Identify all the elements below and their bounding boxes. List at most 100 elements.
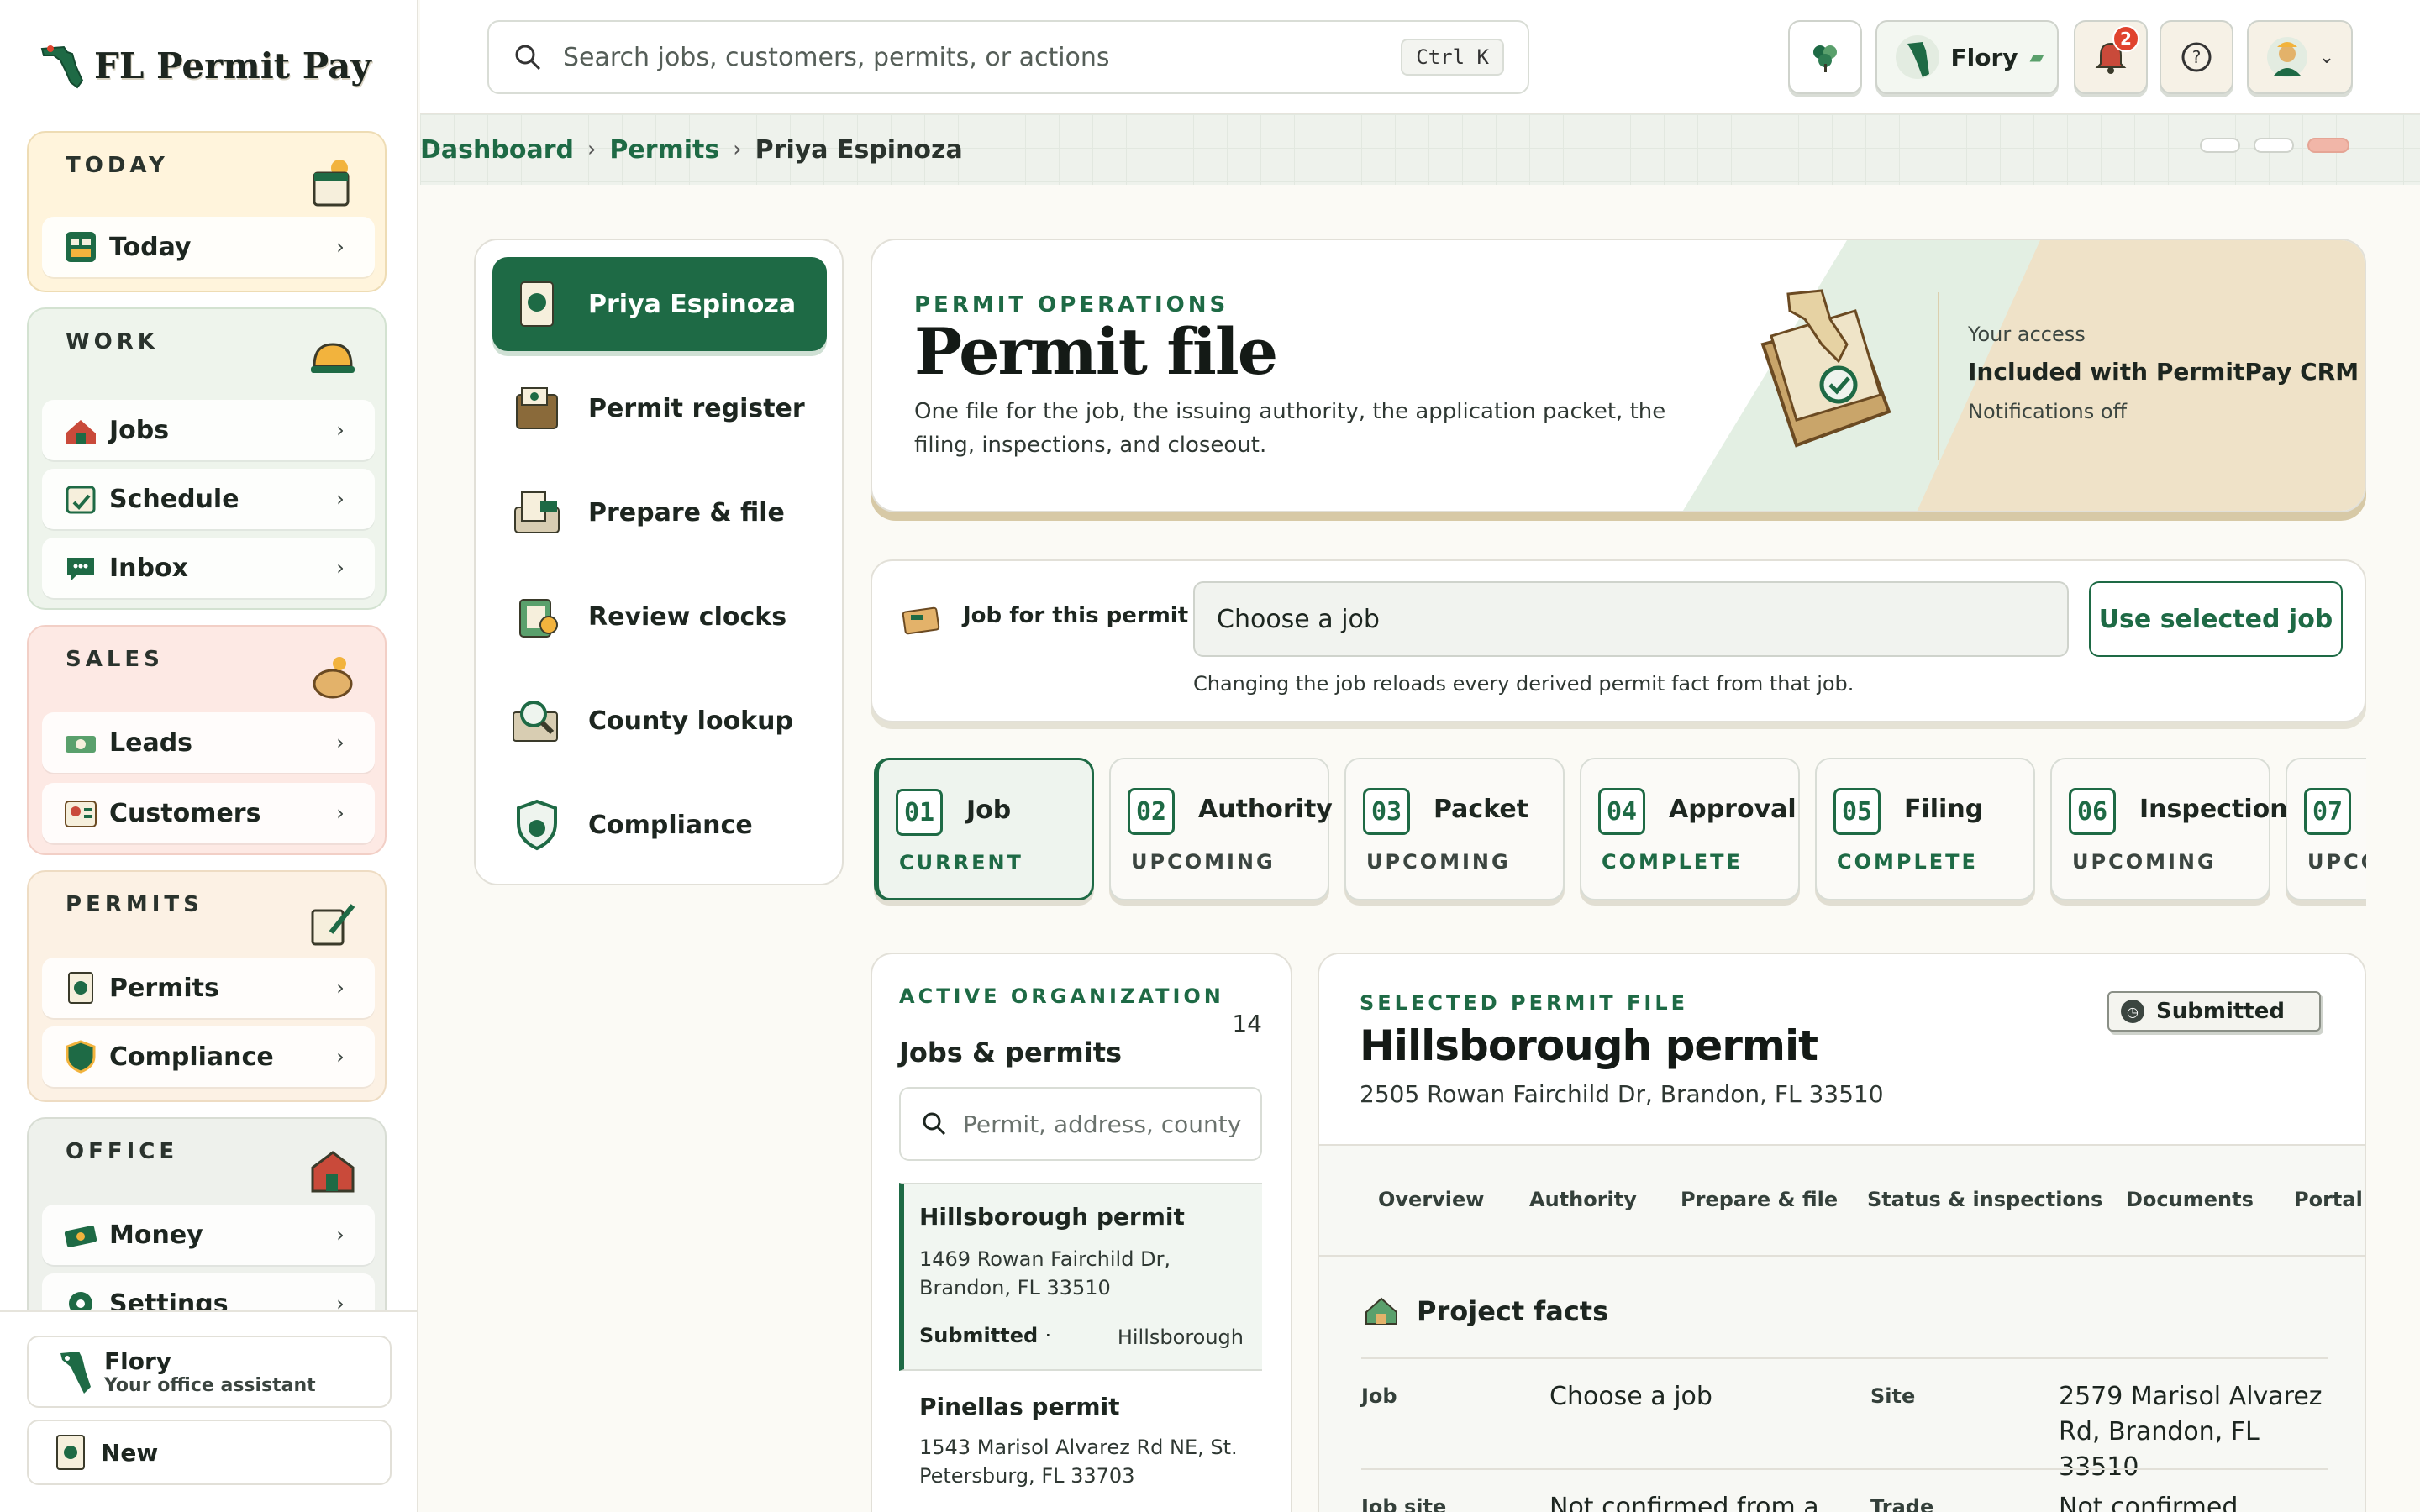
tab-status-inspections[interactable]: Status & inspections bbox=[1867, 1188, 2102, 1211]
hero-divider bbox=[1938, 292, 1939, 460]
subnav-item-label: Permit register bbox=[588, 393, 805, 423]
permit-document-icon bbox=[508, 275, 566, 333]
shield-icon bbox=[508, 795, 566, 854]
sidebar-item-inbox[interactable]: Inbox › bbox=[42, 538, 375, 598]
access-value: Included with PermitPay CRM bbox=[1968, 358, 2360, 386]
chevron-right-icon: › bbox=[336, 1223, 345, 1247]
layout-toggle[interactable] bbox=[2307, 138, 2349, 153]
permit-sign-icon bbox=[311, 904, 355, 946]
subnav-item-label: Compliance bbox=[588, 810, 753, 840]
tab-documents[interactable]: Documents bbox=[2126, 1188, 2254, 1211]
nav-group-work: WORK Jobs › Schedule › Inbox › bbox=[27, 307, 387, 610]
tab-overview[interactable]: Overview bbox=[1378, 1188, 1484, 1211]
search-icon bbox=[515, 45, 541, 71]
step-status: COMPLETE bbox=[1602, 850, 1743, 874]
sidebar-item-compliance[interactable]: Compliance › bbox=[42, 1026, 375, 1087]
tab-prepare-file[interactable]: Prepare & file bbox=[1681, 1188, 1838, 1211]
list-item[interactable]: Hillsborough permit 1469 Rowan Fairchild… bbox=[899, 1183, 1262, 1371]
use-selected-job-button[interactable]: Use selected job bbox=[2089, 581, 2343, 657]
subnav-item-client-file[interactable]: Priya Espinoza bbox=[492, 257, 827, 351]
new-button[interactable]: New bbox=[27, 1420, 392, 1485]
sidebar: FL Permit Pay TODAY Today › WORK Jobs › … bbox=[0, 0, 418, 1512]
chevron-right-icon: › bbox=[336, 556, 345, 580]
subnav-item-county-lookup[interactable]: County lookup bbox=[492, 674, 827, 768]
sidebar-item-permits[interactable]: Permits › bbox=[42, 958, 375, 1018]
step-status: UPCO bbox=[2307, 850, 2366, 874]
today-icon bbox=[60, 227, 101, 267]
assistant-chip[interactable]: Flory ▰ bbox=[1876, 20, 2059, 94]
list-item-address: 1543 Marisol Alvarez Rd NE, St. Petersbu… bbox=[919, 1436, 1238, 1488]
sidebar-item-label: Customers bbox=[109, 798, 261, 828]
sidebar-item-customers[interactable]: Customers › bbox=[42, 783, 375, 843]
tab-portal[interactable]: Portal a bbox=[2294, 1188, 2365, 1211]
sidebar-item-jobs[interactable]: Jobs › bbox=[42, 400, 375, 460]
job-select[interactable]: Choose a job bbox=[1193, 581, 2069, 657]
permit-detail-panel: SELECTED PERMIT FILE Hillsborough permit… bbox=[1318, 953, 2366, 1512]
piggy-bank-icon bbox=[313, 657, 353, 699]
search-icon bbox=[923, 1112, 946, 1136]
sidebar-item-schedule[interactable]: Schedule › bbox=[42, 469, 375, 529]
subnav-item-permit-register[interactable]: Permit register bbox=[492, 361, 827, 455]
tab-authority[interactable]: Authority bbox=[1529, 1188, 1637, 1211]
assistant-name: Flory bbox=[104, 1347, 172, 1375]
list-item-status: Submitted · bbox=[919, 1324, 1051, 1347]
app-logo[interactable]: FL Permit Pay bbox=[39, 39, 371, 92]
sidebar-item-today[interactable]: Today › bbox=[42, 217, 375, 277]
step-approval[interactable]: 04 Approval COMPLETE bbox=[1580, 758, 1800, 900]
shortcut-hint: Ctrl K bbox=[1401, 39, 1504, 76]
step-number: 06 bbox=[2069, 788, 2116, 835]
step-inspection[interactable]: 06 Inspection UPCOMING bbox=[2050, 758, 2288, 900]
hero-description: One file for the job, the issuing author… bbox=[914, 399, 1666, 458]
step-status: UPCOMING bbox=[1366, 850, 1511, 874]
calendar-sun-icon bbox=[313, 160, 350, 207]
sidebar-item-leads[interactable]: Leads › bbox=[42, 712, 375, 773]
fact-key: Site bbox=[1870, 1384, 1916, 1408]
sidebar-item-label: Today bbox=[109, 232, 192, 262]
nav-group-sales: SALES Leads › Customers › bbox=[27, 625, 387, 855]
permit-document-icon bbox=[60, 968, 101, 1008]
chevron-right-icon: › bbox=[336, 487, 345, 511]
permit-subnav: Priya Espinoza Permit register Prepare &… bbox=[474, 239, 844, 885]
nav-group-office: OFFICE Money › Settings › bbox=[27, 1117, 387, 1310]
step-authority[interactable]: 02 Authority UPCOMING bbox=[1109, 758, 1333, 900]
subnav-item-prepare-file[interactable]: Prepare & file bbox=[492, 465, 827, 559]
nav-group-title: PERMITS bbox=[66, 892, 203, 917]
app-name: FL Permit Pay bbox=[94, 45, 371, 87]
step-seven[interactable]: 07 UPCO bbox=[2286, 758, 2366, 900]
subnav-item-label: Priya Espinoza bbox=[588, 289, 797, 319]
job-selector-card: Job for this permit Choose a job Use sel… bbox=[871, 559, 2366, 722]
step-packet[interactable]: 03 Packet UPCOMING bbox=[1344, 758, 1565, 900]
step-filing[interactable]: 05 Filing COMPLETE bbox=[1815, 758, 2035, 900]
list-search[interactable]: Permit, address, county bbox=[899, 1087, 1262, 1161]
help-button[interactable]: ? bbox=[2160, 20, 2233, 94]
quick-action-button[interactable] bbox=[1788, 20, 1862, 94]
new-document-icon bbox=[54, 1432, 87, 1473]
nav-group-permits: PERMITS Permits › Compliance › bbox=[27, 870, 387, 1102]
florida-binder-illustration bbox=[1760, 289, 1891, 448]
sidebar-item-money[interactable]: Money › bbox=[42, 1205, 375, 1265]
step-status: UPCOMING bbox=[1131, 850, 1276, 874]
sidebar-item-settings[interactable]: Settings › bbox=[42, 1273, 375, 1310]
breadcrumb-link-permits[interactable]: Permits bbox=[609, 135, 719, 165]
step-job[interactable]: 01 Job CURRENT bbox=[874, 758, 1094, 900]
job-selector-hint: Changing the job reloads every derived p… bbox=[1193, 672, 1854, 696]
chevron-right-icon: › bbox=[336, 418, 345, 442]
chevron-right-icon: › bbox=[336, 976, 345, 1000]
status-badge: ◷ Submitted bbox=[2107, 991, 2321, 1032]
notifications-button[interactable]: 2 bbox=[2074, 20, 2148, 94]
global-search[interactable]: Search jobs, customers, permits, or acti… bbox=[487, 20, 1529, 94]
layout-toggle[interactable] bbox=[2254, 138, 2294, 153]
subnav-item-review-clocks[interactable]: Review clocks bbox=[492, 570, 827, 664]
list-item-title: Hillsborough permit bbox=[919, 1203, 1185, 1231]
jobs-icon bbox=[60, 410, 101, 450]
subnav-item-compliance[interactable]: Compliance bbox=[492, 778, 827, 872]
user-menu-button[interactable]: ⌄ bbox=[2247, 20, 2353, 94]
clock-icon: ◷ bbox=[2121, 1000, 2144, 1023]
status-text: Submitted bbox=[919, 1324, 1039, 1347]
list-title: Jobs & permits bbox=[899, 1037, 1123, 1068]
sidebar-item-label: Settings bbox=[109, 1289, 229, 1311]
layout-toggle[interactable] bbox=[2200, 138, 2240, 153]
breadcrumb-link-dashboard[interactable]: Dashboard bbox=[420, 135, 574, 165]
assistant-button[interactable]: Flory Your office assistant bbox=[27, 1336, 392, 1408]
list-item[interactable]: Pinellas permit 1543 Marisol Alvarez Rd … bbox=[899, 1373, 1262, 1512]
